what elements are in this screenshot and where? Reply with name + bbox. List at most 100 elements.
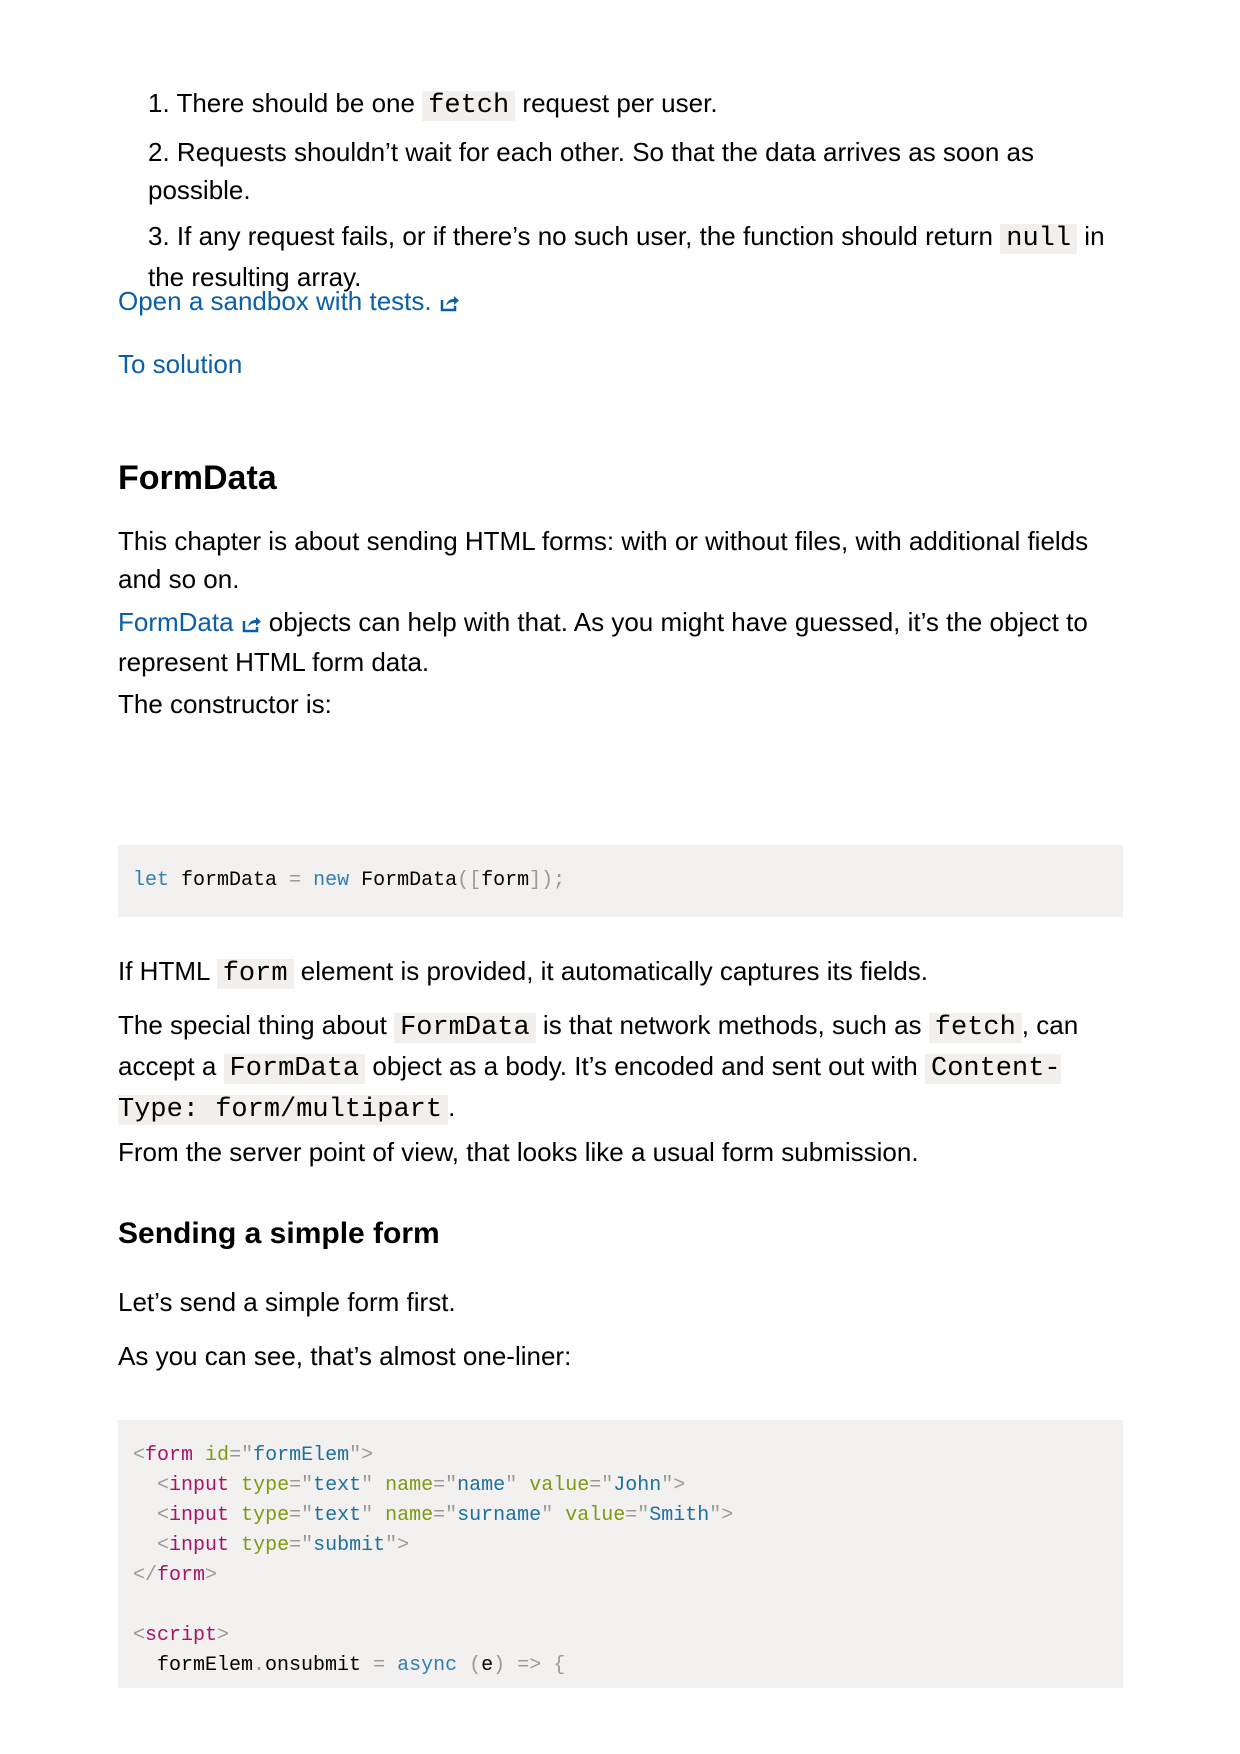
solution-link-row: To solution	[118, 345, 242, 383]
code-token: text	[313, 1504, 362, 1527]
code-token: formElem	[253, 1444, 350, 1467]
code-token: e	[481, 1654, 494, 1677]
list-text: If any request fails, or if there’s no s…	[176, 221, 1001, 251]
code-token: new	[313, 869, 350, 892]
code-token: ="	[289, 1534, 314, 1557]
code-token: >	[217, 1624, 230, 1647]
code-block-constructor: let formData = new FormData([form]);	[118, 845, 1123, 917]
code-token: form	[157, 1564, 206, 1587]
code-line: <form id="formElem">	[133, 1441, 1108, 1471]
code-token: =	[373, 1654, 386, 1677]
list-text: There should be one	[176, 88, 423, 118]
external-link-icon	[440, 284, 460, 322]
code-token: ]);	[529, 869, 566, 892]
oneliner-paragraph: As you can see, that’s almost one-liner:	[118, 1341, 572, 1371]
code-token: name	[385, 1504, 434, 1527]
open-sandbox-link[interactable]: Open a sandbox with tests.	[118, 286, 460, 316]
code-token: =	[289, 869, 302, 892]
code-token: ="	[433, 1504, 458, 1527]
formdata-link[interactable]: FormData	[118, 607, 262, 637]
code-token: ">	[385, 1534, 410, 1557]
code-token: {	[553, 1654, 566, 1677]
code-token: value	[529, 1474, 590, 1497]
code-block-form: <form id="formElem"> <input type="text" …	[118, 1420, 1123, 1688]
code-token: >	[205, 1564, 218, 1587]
code-token: form	[145, 1444, 194, 1467]
code-token: submit	[313, 1534, 386, 1557]
code-token: </	[133, 1564, 158, 1587]
list-number: 2.	[148, 137, 170, 167]
code-token: "	[361, 1474, 374, 1497]
code-token: let	[133, 869, 170, 892]
code-token: name	[457, 1474, 506, 1497]
requirements-list: 1. There should be one fetch request per…	[148, 84, 1123, 304]
inline-code: null	[1000, 224, 1078, 254]
formdata-link-label: FormData	[118, 607, 234, 637]
code-token: )	[493, 1654, 506, 1677]
inline-code: FormData	[394, 1013, 536, 1043]
code-token: (	[469, 1654, 482, 1677]
paragraph-text: object as a body. It’s encoded and sent …	[365, 1051, 925, 1081]
intro-paragraph: This chapter is about sending HTML forms…	[118, 526, 1089, 594]
code-token: input	[169, 1534, 230, 1557]
code-line: </form>	[133, 1561, 1108, 1591]
paragraph-text: The special thing about	[118, 1010, 395, 1040]
code-token: "	[505, 1474, 518, 1497]
code-token: ="	[589, 1474, 614, 1497]
code-token: type	[241, 1474, 290, 1497]
sandbox-link-row: Open a sandbox with tests.	[118, 282, 460, 322]
code-token: async	[397, 1654, 458, 1677]
code-line: <input type="text" name="surname" value=…	[133, 1501, 1108, 1531]
paragraph-text: objects can help with that. As you might…	[118, 607, 1088, 678]
paragraph-text: is that network methods, such as	[535, 1010, 929, 1040]
code-token: .	[253, 1654, 266, 1677]
special-paragraph: The special thing about FormData is that…	[118, 1006, 1123, 1129]
code-token: =>	[517, 1654, 542, 1677]
formdata-paragraph: FormData objects can help with that. As …	[118, 603, 1123, 681]
code-token: <	[157, 1474, 170, 1497]
section-heading: FormData	[118, 459, 277, 497]
code-token: FormData	[349, 869, 458, 892]
code-token: formData	[169, 869, 290, 892]
code-token: surname	[457, 1504, 542, 1527]
code-token: <	[157, 1534, 170, 1557]
send-paragraph: Let’s send a simple form first.	[118, 1287, 456, 1317]
code-token: ">	[709, 1504, 734, 1527]
list-item: 1. There should be one fetch request per…	[148, 84, 1123, 125]
code-token: input	[169, 1504, 230, 1527]
code-token: ="	[289, 1504, 314, 1527]
paragraph-text: .	[448, 1092, 456, 1122]
code-line: <input type="submit">	[133, 1531, 1108, 1561]
code-token: input	[169, 1474, 230, 1497]
code-token: ([	[457, 869, 482, 892]
code-line: let formData = new FormData([form]);	[133, 866, 1108, 896]
code-token: formElem	[157, 1654, 254, 1677]
list-item: 2. Requests shouldn’t wait for each othe…	[148, 133, 1123, 209]
list-text: Requests shouldn’t wait for each other. …	[148, 137, 1034, 205]
inline-code: form	[216, 959, 294, 989]
code-token: text	[313, 1474, 362, 1497]
code-token: <	[133, 1624, 146, 1647]
code-token: "	[361, 1504, 374, 1527]
code-token: script	[145, 1624, 218, 1647]
list-number: 3.	[148, 221, 170, 251]
code-token: ="	[433, 1474, 458, 1497]
code-token: Smith	[649, 1504, 710, 1527]
open-sandbox-label: Open a sandbox with tests.	[118, 286, 432, 316]
code-token: John	[613, 1474, 662, 1497]
code-token: ">	[349, 1444, 374, 1467]
paragraph-text: If HTML	[118, 956, 217, 986]
inline-code: FormData	[223, 1054, 366, 1084]
code-token: form	[481, 869, 530, 892]
code-token: value	[565, 1504, 626, 1527]
code-line: <input type="text" name="name" value="Jo…	[133, 1471, 1108, 1501]
inline-code: fetch	[928, 1013, 1022, 1043]
code-token: type	[241, 1504, 290, 1527]
external-link-icon	[242, 605, 262, 643]
code-token: <	[157, 1504, 170, 1527]
server-paragraph: From the server point of view, that look…	[118, 1137, 919, 1167]
code-line: formElem.onsubmit = async (e) => {	[133, 1651, 1108, 1681]
code-token: <	[133, 1444, 146, 1467]
to-solution-link[interactable]: To solution	[118, 349, 242, 379]
